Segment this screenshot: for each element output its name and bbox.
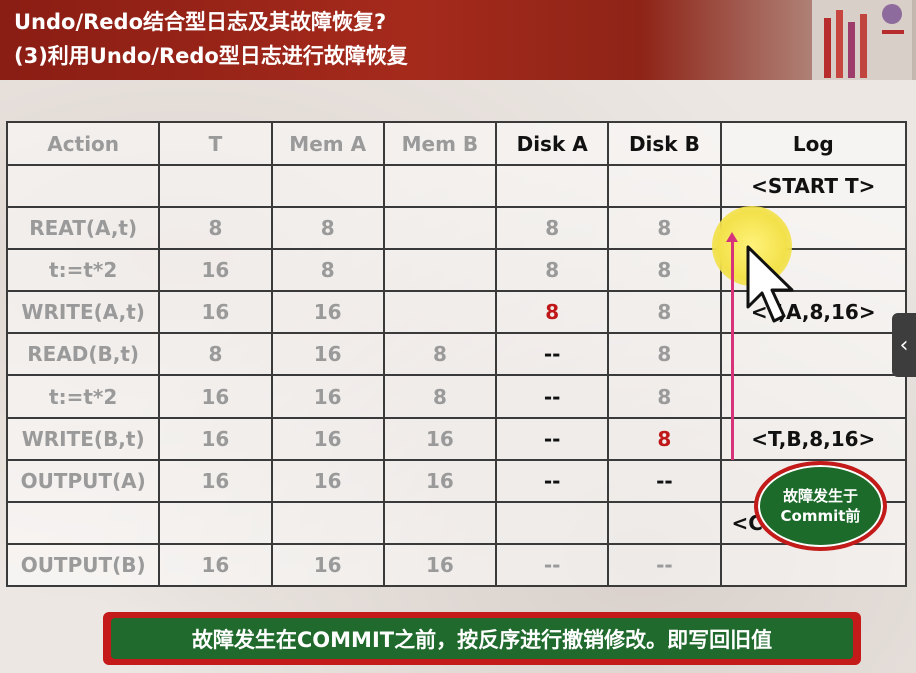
cell-mem-a: 16 (270, 416, 385, 461)
cell-action: t:=t*2 (5, 374, 161, 419)
slide-subtitle: (3)利用Undo/Redo型日志进行故障恢复 (14, 44, 408, 68)
cell-action (5, 500, 161, 545)
cell-disk-a: -- (495, 332, 610, 377)
cell-action: WRITE(A,t) (5, 290, 161, 335)
table-row: READ(B,t) 8 16 8 -- 8 (5, 332, 907, 377)
slide-header: Undo/Redo结合型日志及其故障恢复? (3)利用Undo/Redo型日志进… (0, 0, 916, 80)
header-disk-b: Disk B (607, 121, 722, 166)
pen-marker-line (731, 240, 734, 460)
cell-mem-a: 16 (270, 542, 385, 588)
table-header-row: Action T Mem A Mem B Disk A Disk B Log (5, 121, 907, 166)
cell-t: 16 (158, 542, 273, 588)
chevron-left-icon: ‹ (899, 332, 909, 358)
cell-t: 16 (158, 416, 273, 461)
header-t: T (158, 121, 273, 166)
summary-banner: 故障发生在COMMIT之前，按反序进行撤销修改。即写回旧值 (103, 612, 861, 665)
cell-disk-a: 8 (495, 206, 610, 251)
cell-disk-a: -- (495, 374, 610, 419)
cell-action: READ(B,t) (5, 332, 161, 377)
cell-action (5, 163, 161, 209)
cell-disk-b: 8 (607, 290, 722, 335)
cell-mem-b: 16 (382, 542, 498, 588)
pen-marker-arrow-icon (726, 232, 738, 242)
cell-disk-b: 8 (607, 332, 722, 377)
cell-disk-a: 8 (495, 290, 610, 335)
summary-banner-text: 故障发生在COMMIT之前，按反序进行撤销修改。即写回旧值 (111, 618, 853, 659)
cell-mem-b: 16 (382, 458, 498, 503)
cell-mem-a: 16 (270, 374, 385, 419)
header-disk-a: Disk A (495, 121, 610, 166)
cell-mem-a: 8 (270, 248, 385, 293)
cell-t: 8 (158, 206, 273, 251)
table-row: OUTPUT(B) 16 16 16 -- -- (5, 542, 907, 588)
cell-disk-a: -- (495, 416, 610, 461)
slide-title: Undo/Redo结合型日志及其故障恢复? (14, 10, 387, 34)
cell-disk-b (607, 163, 722, 209)
cell-disk-b: 8 (607, 206, 722, 251)
cell-disk-b: -- (607, 458, 722, 503)
failure-callout: 故障发生于 Commit前 (754, 461, 887, 551)
cell-log (719, 374, 907, 419)
table-row: WRITE(B,t) 16 16 16 -- 8 <T,B,8,16> (5, 416, 907, 461)
cell-mem-b (382, 248, 498, 293)
cell-t: 8 (158, 332, 273, 377)
cell-disk-a (495, 500, 610, 545)
cell-t: 16 (158, 374, 273, 419)
table-row: t:=t*2 16 16 8 -- 8 (5, 374, 907, 419)
cell-action: OUTPUT(A) (5, 458, 161, 503)
cell-log: <START T> (719, 163, 907, 209)
cell-mem-a: 16 (270, 332, 385, 377)
cell-mem-b (382, 163, 498, 209)
callout-line-2: Commit前 (780, 507, 861, 525)
cell-action: OUTPUT(B) (5, 542, 161, 588)
callout-line-1: 故障发生于 (782, 487, 858, 505)
cell-mem-a: 8 (270, 206, 385, 251)
cell-t (158, 163, 273, 209)
cell-action: WRITE(B,t) (5, 416, 161, 461)
cell-mem-a: 16 (270, 290, 385, 335)
university-logo-icon (812, 0, 912, 80)
cell-mem-b: 8 (382, 374, 498, 419)
cell-disk-b: 8 (607, 374, 722, 419)
header-log: Log (719, 121, 907, 166)
cell-mem-b: 8 (382, 332, 498, 377)
cell-action: t:=t*2 (5, 248, 161, 293)
collapse-panel-button[interactable]: ‹ (892, 313, 916, 377)
cell-disk-b (607, 500, 722, 545)
cell-t: 16 (158, 458, 273, 503)
cell-t: 16 (158, 290, 273, 335)
cell-mem-b: 16 (382, 416, 498, 461)
cell-disk-a (495, 163, 610, 209)
cell-mem-b (382, 206, 498, 251)
table-row: <START T> (5, 163, 907, 209)
cell-mem-b (382, 290, 498, 335)
cell-mem-b (382, 500, 498, 545)
cell-mem-a (270, 500, 385, 545)
header-mem-a: Mem A (270, 121, 385, 166)
header-action: Action (5, 121, 161, 166)
mouse-pointer-icon (746, 245, 794, 323)
cell-action: REAT(A,t) (5, 206, 161, 251)
cell-log: <T,B,8,16> (719, 416, 907, 461)
cell-disk-b: -- (607, 542, 722, 588)
cell-log (719, 332, 907, 377)
cell-disk-b: 8 (607, 416, 722, 461)
cell-mem-a (270, 163, 385, 209)
header-mem-b: Mem B (382, 121, 498, 166)
cell-disk-b: 8 (607, 248, 722, 293)
cell-disk-a: -- (495, 542, 610, 588)
cell-disk-a: -- (495, 458, 610, 503)
cell-disk-a: 8 (495, 248, 610, 293)
cell-t (158, 500, 273, 545)
cell-mem-a: 16 (270, 458, 385, 503)
cell-t: 16 (158, 248, 273, 293)
